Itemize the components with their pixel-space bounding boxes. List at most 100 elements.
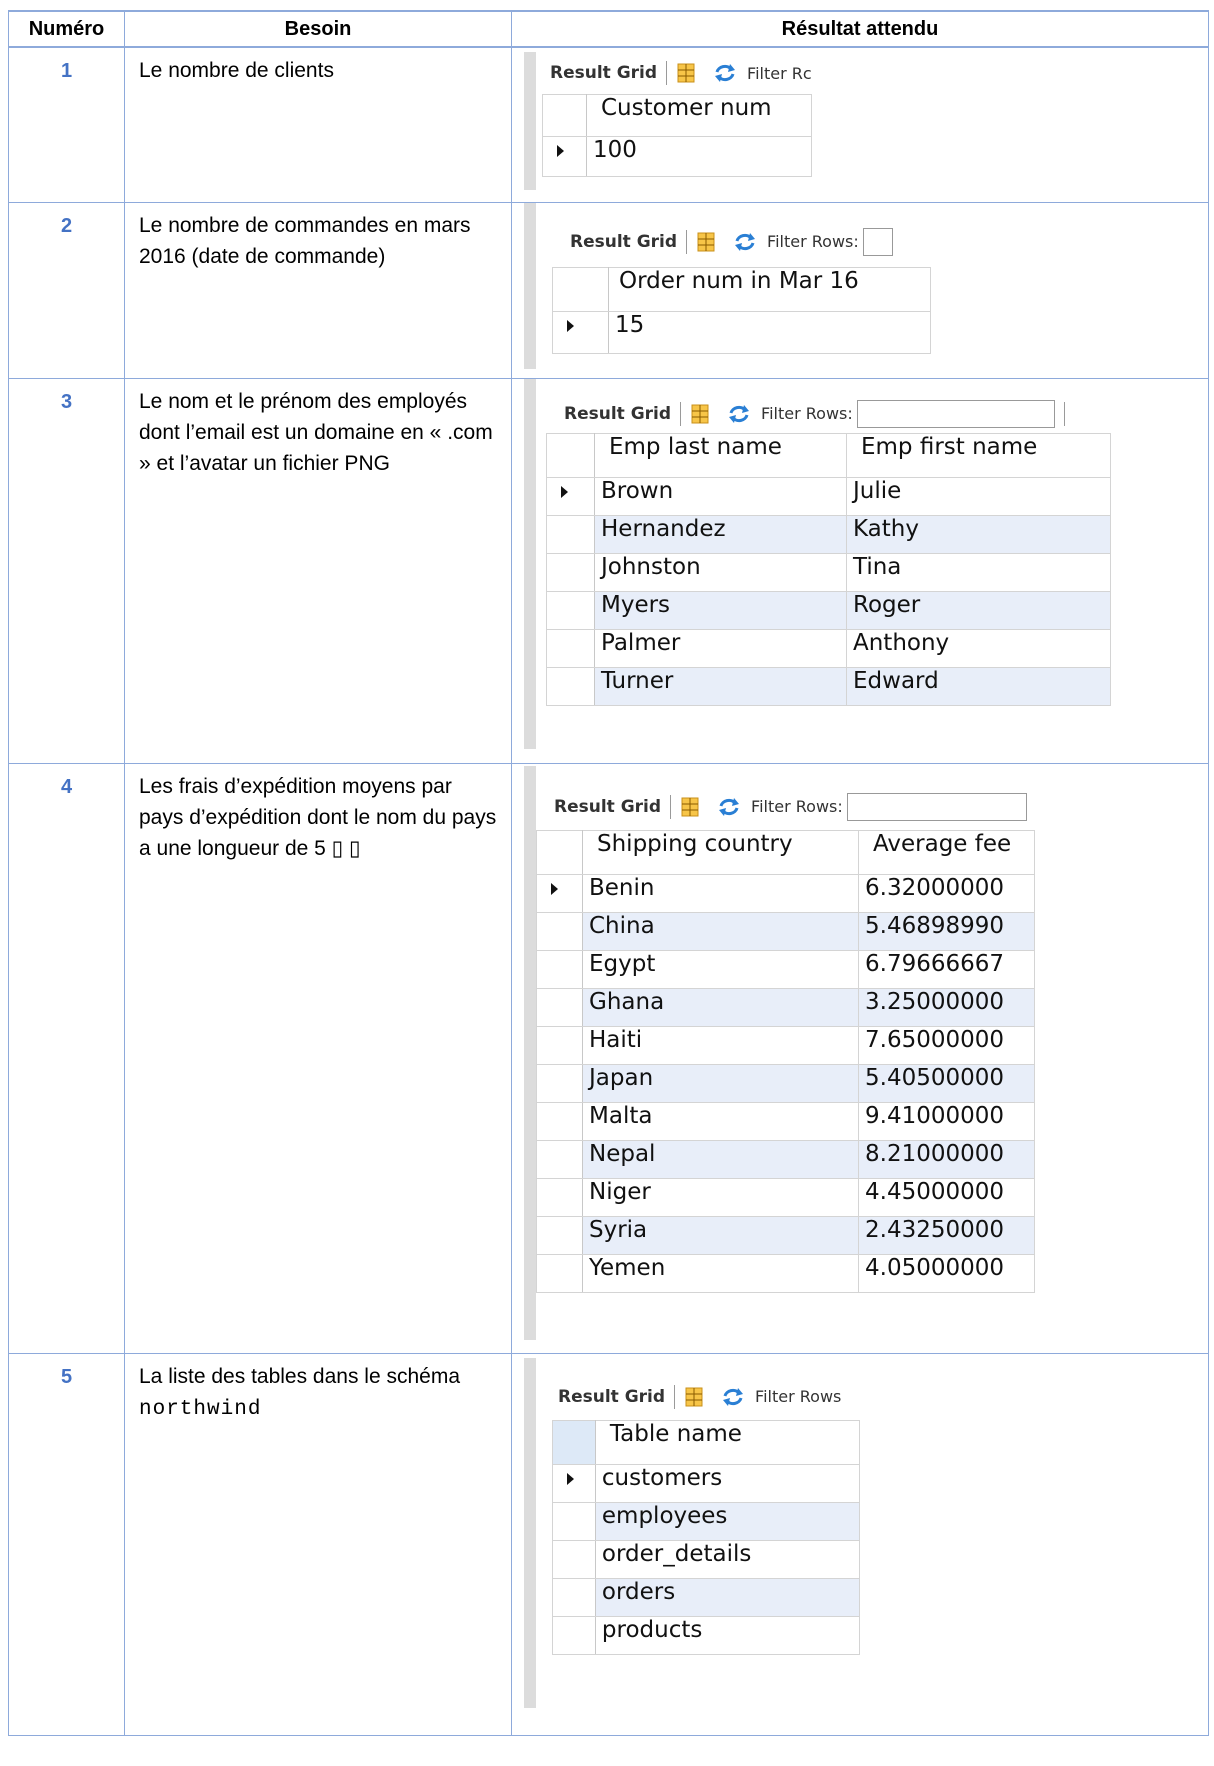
grid-cell[interactable]: 6.32000000	[858, 873, 1035, 913]
result-grid-tab[interactable]: Result Grid	[564, 404, 671, 424]
grid-cell[interactable]: Syria	[582, 1215, 859, 1255]
grid-cell[interactable]: 2.43250000	[858, 1215, 1035, 1255]
grid-view-icon[interactable]	[697, 232, 715, 252]
grid-row[interactable]: Haiti 7.65000000	[536, 1025, 1035, 1065]
grid-view-icon[interactable]	[677, 63, 695, 83]
grid-cell[interactable]: Malta	[582, 1101, 859, 1141]
grid-cell[interactable]: Brown	[594, 476, 847, 516]
column-header[interactable]: Emp first name	[846, 432, 1111, 478]
result-grid-tab[interactable]: Result Grid	[550, 63, 657, 83]
grid-row[interactable]: Japan 5.40500000	[536, 1063, 1035, 1103]
column-header[interactable]: Customer num	[586, 94, 812, 137]
grid-cell[interactable]: Roger	[846, 590, 1111, 630]
header-besoin: Besoin	[124, 10, 512, 48]
column-header[interactable]: Average fee	[858, 829, 1035, 875]
grid-cell[interactable]: Egypt	[582, 949, 859, 989]
grid-cell[interactable]: Ghana	[582, 987, 859, 1027]
refresh-icon[interactable]	[721, 1387, 745, 1407]
grid-cell[interactable]: employees	[594, 1501, 861, 1541]
grid-cell[interactable]: Hernandez	[594, 514, 847, 554]
grid-cell[interactable]: 5.46898990	[858, 911, 1035, 951]
grid-row[interactable]: Niger 4.45000000	[536, 1177, 1035, 1217]
grid-cell[interactable]: 3.25000000	[858, 987, 1035, 1027]
filter-rows-input[interactable]	[862, 227, 893, 256]
grid-row[interactable]: Malta 9.41000000	[536, 1101, 1035, 1141]
grid-cell[interactable]: Tina	[846, 552, 1111, 592]
grid-row[interactable]: Brown Julie	[546, 476, 1111, 516]
grid-cell[interactable]: Johnston	[594, 552, 847, 592]
refresh-icon[interactable]	[733, 232, 757, 252]
grid-cell[interactable]: Niger	[582, 1177, 859, 1217]
grid-cell[interactable]: Palmer	[594, 628, 847, 668]
grid-cell[interactable]: China	[582, 911, 859, 951]
grid-row[interactable]: orders	[552, 1577, 861, 1617]
grid-cell[interactable]: 9.41000000	[858, 1101, 1035, 1141]
grid-cell[interactable]: Edward	[846, 666, 1111, 706]
result-grid-tab[interactable]: Result Grid	[554, 797, 661, 817]
grid-cell[interactable]: 15	[608, 310, 931, 354]
grid-row[interactable]: Ghana 3.25000000	[536, 987, 1035, 1027]
grid-row[interactable]: Hernandez Kathy	[546, 514, 1111, 554]
result-grid-toolbar: Result Grid Filter Rc	[550, 58, 812, 88]
grid-cell[interactable]: Haiti	[582, 1025, 859, 1065]
grid-view-icon[interactable]	[691, 404, 709, 424]
grid-cell[interactable]: 100	[586, 136, 812, 177]
grid-cell[interactable]: Benin	[582, 873, 859, 913]
refresh-icon[interactable]	[727, 404, 751, 424]
grid-cell[interactable]: 4.05000000	[858, 1253, 1035, 1293]
current-row-arrow-icon	[567, 1472, 574, 1485]
grid-cell[interactable]: Nepal	[582, 1139, 859, 1179]
grid-cell[interactable]: order_details	[594, 1539, 861, 1579]
grid-cell[interactable]: 4.45000000	[858, 1177, 1035, 1217]
grid-row[interactable]: China 5.46898990	[536, 911, 1035, 951]
refresh-icon[interactable]	[713, 63, 737, 83]
grid-cell[interactable]: customers	[594, 1463, 861, 1503]
result-grid-panel: Result Grid Filter Rows: Emp last name E…	[524, 378, 1144, 749]
grid-row[interactable]: Nepal 8.21000000	[536, 1139, 1035, 1179]
grid-row[interactable]: 100	[542, 136, 812, 177]
filter-rows-input[interactable]	[846, 792, 1027, 821]
requirement-row-4: 4 Les frais d’expédition moyens par pays…	[8, 762, 1209, 1354]
grid-cell[interactable]: Yemen	[582, 1253, 859, 1293]
grid-row[interactable]: Johnston Tina	[546, 552, 1111, 592]
grid-cell[interactable]: Myers	[594, 590, 847, 630]
grid-cell[interactable]: Japan	[582, 1063, 859, 1103]
filter-rows-input[interactable]	[856, 399, 1055, 428]
grid-cell[interactable]: orders	[594, 1577, 861, 1617]
grid-row[interactable]: Benin 6.32000000	[536, 873, 1035, 913]
column-header[interactable]: Order num in Mar 16	[608, 266, 931, 312]
grid-row[interactable]: Turner Edward	[546, 666, 1111, 706]
result-grid-tab[interactable]: Result Grid	[558, 1387, 665, 1407]
refresh-icon[interactable]	[717, 797, 741, 817]
grid-cell[interactable]: Kathy	[846, 514, 1111, 554]
grid-row[interactable]: Palmer Anthony	[546, 628, 1111, 668]
result-grid: Order num in Mar 16 15	[552, 266, 931, 354]
result-cell: Result Grid Filter Rows: Order num in Ma…	[511, 201, 1209, 379]
grid-row[interactable]: Syria 2.43250000	[536, 1215, 1035, 1255]
grid-row[interactable]: Yemen 4.05000000	[536, 1253, 1035, 1293]
grid-row[interactable]: products	[552, 1615, 861, 1655]
grid-view-icon[interactable]	[681, 797, 699, 817]
column-header[interactable]: Table name	[594, 1419, 861, 1465]
header-resultat: Résultat attendu	[511, 10, 1209, 48]
result-grid-tab[interactable]: Result Grid	[570, 232, 677, 252]
grid-row[interactable]: Myers Roger	[546, 590, 1111, 630]
grid-cell[interactable]: 7.65000000	[858, 1025, 1035, 1065]
grid-row[interactable]: 15	[552, 310, 931, 354]
grid-cell[interactable]: Julie	[846, 476, 1111, 516]
grid-row[interactable]: customers	[552, 1463, 861, 1503]
grid-cell[interactable]: 6.79666667	[858, 949, 1035, 989]
grid-cell[interactable]: products	[594, 1615, 861, 1655]
grid-row[interactable]: Egypt 6.79666667	[536, 949, 1035, 989]
row-number: 1	[8, 46, 125, 203]
grid-cell[interactable]: 8.21000000	[858, 1139, 1035, 1179]
grid-view-icon[interactable]	[685, 1387, 703, 1407]
column-header[interactable]: Shipping country	[582, 829, 859, 875]
result-grid-toolbar: Result Grid Filter Rows:	[570, 227, 893, 257]
grid-cell[interactable]: Anthony	[846, 628, 1111, 668]
grid-row[interactable]: order_details	[552, 1539, 861, 1579]
grid-row[interactable]: employees	[552, 1501, 861, 1541]
grid-cell[interactable]: Turner	[594, 666, 847, 706]
column-header[interactable]: Emp last name	[594, 432, 847, 478]
grid-cell[interactable]: 5.40500000	[858, 1063, 1035, 1103]
